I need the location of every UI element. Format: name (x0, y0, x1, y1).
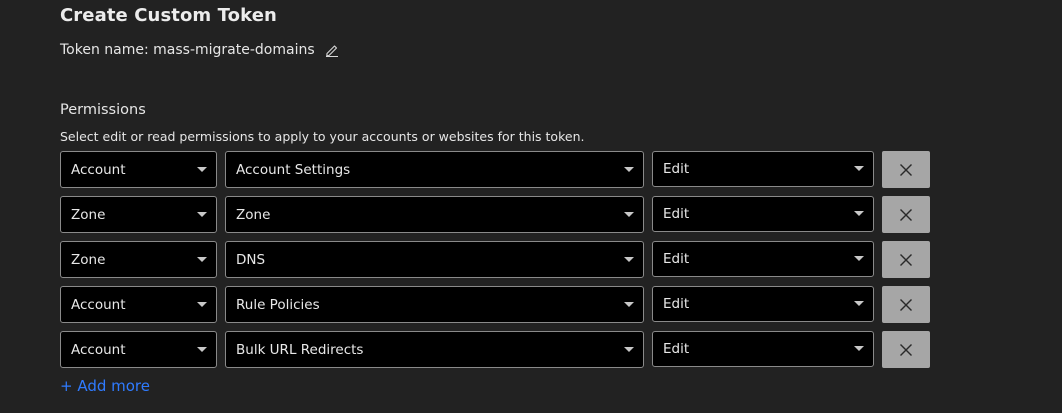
permission-row: Zone DNS Edit (60, 241, 930, 278)
caret-down-icon (197, 212, 207, 217)
caret-down-icon (854, 346, 864, 351)
scope-value: Account (71, 296, 126, 313)
caret-down-icon (197, 167, 207, 172)
scope-select[interactable]: Zone (60, 196, 217, 233)
caret-down-icon (854, 211, 864, 216)
close-icon (900, 343, 912, 356)
caret-down-icon (624, 167, 634, 172)
permission-level-select[interactable]: Edit (652, 151, 874, 187)
resource-select[interactable]: Bulk URL Redirects (225, 331, 644, 368)
resource-value: DNS (236, 251, 266, 268)
caret-down-icon (197, 302, 207, 307)
scope-value: Account (71, 161, 126, 178)
resource-select[interactable]: Account Settings (225, 151, 644, 188)
permission-level-select[interactable]: Edit (652, 241, 874, 277)
permission-level-select[interactable]: Edit (652, 196, 874, 232)
permission-row: Zone Zone Edit (60, 196, 930, 233)
permissions-list: Account Account Settings Edit Zone Zone (60, 151, 930, 376)
caret-down-icon (624, 212, 634, 217)
permission-level-value: Edit (663, 341, 690, 357)
scope-select[interactable]: Account (60, 331, 217, 368)
resource-select[interactable]: Zone (225, 196, 644, 233)
add-more-link[interactable]: + Add more (60, 377, 150, 395)
permissions-description: Select edit or read permissions to apply… (60, 129, 585, 144)
caret-down-icon (854, 166, 864, 171)
caret-down-icon (624, 257, 634, 262)
scope-value: Account (71, 341, 126, 358)
close-icon (900, 298, 912, 311)
permissions-heading: Permissions (60, 102, 146, 118)
scope-value: Zone (71, 206, 106, 223)
caret-down-icon (624, 302, 634, 307)
permission-row: Account Account Settings Edit (60, 151, 930, 188)
permission-level-value: Edit (663, 161, 690, 177)
permission-level-value: Edit (663, 296, 690, 312)
close-icon (900, 208, 912, 221)
remove-row-button[interactable] (882, 331, 930, 368)
token-name-row: Token name: mass-migrate-domains (60, 42, 339, 58)
caret-down-icon (197, 257, 207, 262)
resource-value: Rule Policies (236, 296, 320, 313)
resource-select[interactable]: DNS (225, 241, 644, 278)
token-name-label: Token name: mass-migrate-domains (60, 42, 315, 58)
permission-row: Account Rule Policies Edit (60, 286, 930, 323)
permission-level-select[interactable]: Edit (652, 331, 874, 367)
permission-level-value: Edit (663, 206, 690, 222)
caret-down-icon (624, 347, 634, 352)
remove-row-button[interactable] (882, 151, 930, 188)
permission-level-value: Edit (663, 251, 690, 267)
close-icon (900, 163, 912, 176)
caret-down-icon (854, 301, 864, 306)
resource-select[interactable]: Rule Policies (225, 286, 644, 323)
remove-row-button[interactable] (882, 241, 930, 278)
remove-row-button[interactable] (882, 196, 930, 233)
resource-value: Zone (236, 206, 271, 223)
permission-level-select[interactable]: Edit (652, 286, 874, 322)
remove-row-button[interactable] (882, 286, 930, 323)
resource-value: Bulk URL Redirects (236, 341, 364, 358)
caret-down-icon (854, 256, 864, 261)
caret-down-icon (197, 347, 207, 352)
scope-select[interactable]: Account (60, 151, 217, 188)
page-title: Create Custom Token (60, 5, 277, 26)
close-icon (900, 253, 912, 266)
permission-row: Account Bulk URL Redirects Edit (60, 331, 930, 368)
pencil-icon[interactable] (325, 43, 339, 57)
scope-value: Zone (71, 251, 106, 268)
scope-select[interactable]: Account (60, 286, 217, 323)
resource-value: Account Settings (236, 161, 351, 178)
scope-select[interactable]: Zone (60, 241, 217, 278)
